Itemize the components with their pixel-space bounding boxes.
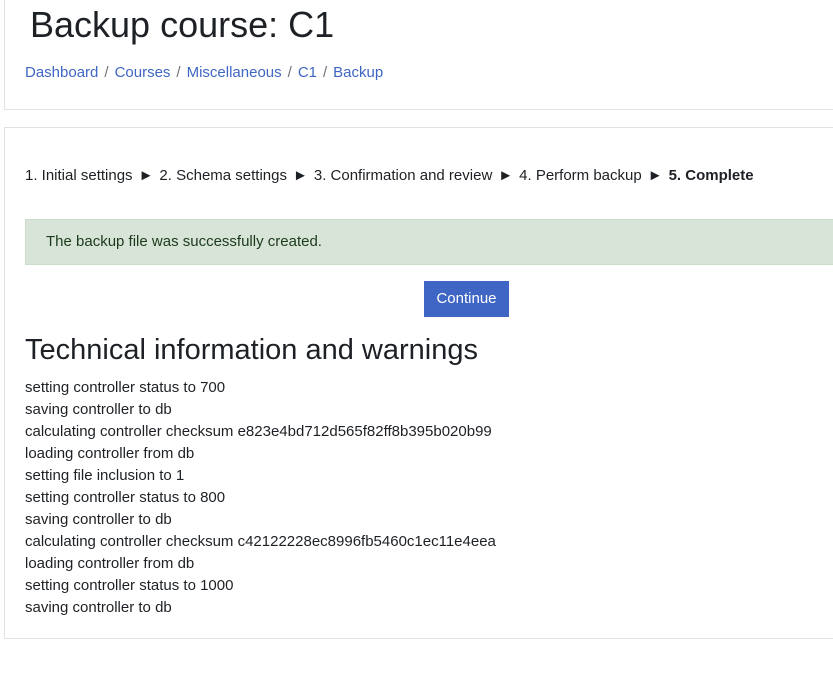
step-arrow-icon: ► [498,167,514,184]
log-line: loading controller from db [25,445,195,462]
log-line: loading controller from db [25,555,195,572]
step-schema-settings: 2. Schema settings [159,167,287,184]
main-content: 1. Initial settings ► 2. Schema settings ► 3… [4,127,833,639]
breadcrumb-separator: / [323,64,328,81]
breadcrumb-item-backup[interactable]: Backup [333,64,383,81]
step-arrow-icon: ► [138,167,154,184]
breadcrumb-item-c1[interactable]: C1 [298,64,317,81]
page-title: Backup course: C1 [30,4,335,45]
breadcrumb-item-courses[interactable]: Courses [115,64,171,81]
step-arrow-icon: ► [647,167,663,184]
step-arrow-icon: ► [293,167,308,184]
continue-button[interactable]: Continue [424,281,509,317]
breadcrumb: Dashboard / Courses / Miscellaneous / C1 / Backu… [25,63,383,83]
log-line: setting controller status to 1000 [25,577,234,594]
breadcrumb-separator: / [287,64,292,81]
log-line: calculating controller checksum c4212222… [25,533,496,550]
step-complete-current: 5. Complete [668,167,754,184]
step-confirmation-review: 3. Confirmation and review [313,167,493,184]
breadcrumb-separator: / [104,64,109,81]
log-line: calculating controller checksum e823e4bd… [25,423,492,440]
log-line: saving controller to db [25,599,172,616]
success-alert: The backup file was successfully created… [25,219,833,265]
breadcrumb-item-dashboard[interactable]: Dashboard [25,64,98,81]
breadcrumb-item-miscellaneous[interactable]: Miscellaneous [187,64,282,81]
step-initial-settings: 1. Initial settings [25,167,133,184]
log-line: setting file inclusion to 1 [25,467,185,484]
log-line: setting controller status to 700 [25,379,226,396]
log-line: saving controller to db [25,511,172,528]
backup-progress-steps: 1. Initial settings ► 2. Schema settings ► 3… [25,166,754,186]
step-perform-backup: 4. Perform backup [519,167,642,184]
breadcrumb-separator: / [176,64,181,81]
technical-log-list: setting controller status to 700 saving … [25,377,496,619]
page-header: Backup course: C1 Dashboard / Courses / Misc… [4,0,833,110]
log-line: setting controller status to 800 [25,489,226,506]
log-line: saving controller to db [25,401,172,418]
technical-info-heading: Technical information and warnings [25,334,478,366]
